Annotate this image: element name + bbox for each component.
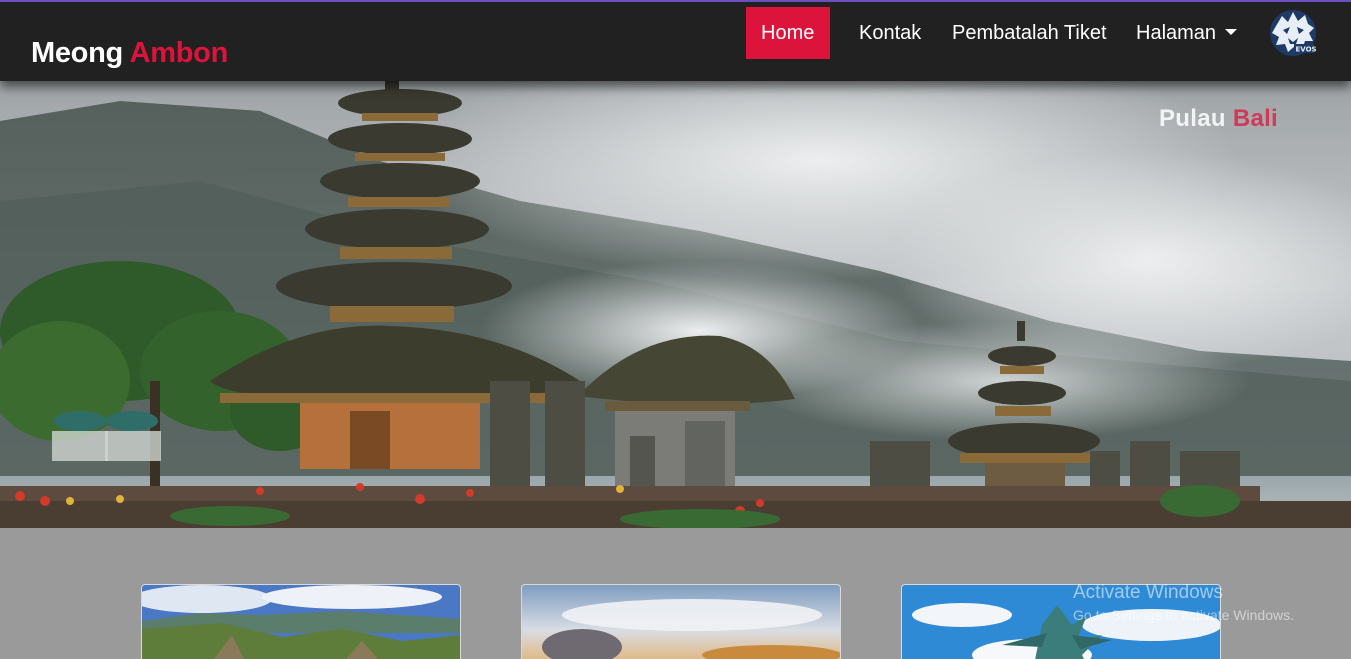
brand-logo-text[interactable]: Meong Ambon	[31, 37, 228, 70]
activate-windows-watermark: Activate Windows Go to Settings to activ…	[1073, 582, 1294, 623]
nav-home-link[interactable]: Home	[746, 7, 830, 59]
nav-pembatalan-tiket-link[interactable]: Pembatalah Tiket	[937, 7, 1122, 59]
brand-second-word: Ambon	[129, 37, 229, 69]
hero-title-second: Bali	[1232, 105, 1279, 132]
destination-card-2[interactable]	[521, 584, 841, 659]
sunset-sky-photo	[522, 585, 840, 659]
top-accent-line	[0, 0, 1351, 2]
nav-kontak-link[interactable]: Kontak	[844, 7, 936, 59]
cliff-coast-photo	[142, 585, 460, 659]
hero-title: Pulau Bali	[1159, 105, 1278, 133]
brand-first-word: Meong	[31, 37, 123, 69]
nav-halaman-label: Halaman	[1136, 22, 1217, 44]
lion-logo-icon[interactable]: EVOS	[1268, 8, 1318, 58]
chevron-down-icon	[1225, 29, 1238, 35]
svg-text:EVOS: EVOS	[1296, 46, 1317, 54]
watermark-subtitle: Go to Settings to activate Windows.	[1073, 607, 1294, 623]
hero-banner: Pulau Bali	[0, 81, 1351, 528]
bali-temple-lake-photo	[0, 81, 1351, 528]
nav-halaman-dropdown[interactable]: Halaman	[1121, 7, 1252, 59]
destination-card-1[interactable]	[141, 584, 461, 659]
navbar: Meong Ambon Home Kontak Pembatalah Tiket…	[0, 0, 1351, 81]
hero-title-first: Pulau	[1159, 105, 1226, 132]
watermark-title: Activate Windows	[1073, 582, 1223, 603]
